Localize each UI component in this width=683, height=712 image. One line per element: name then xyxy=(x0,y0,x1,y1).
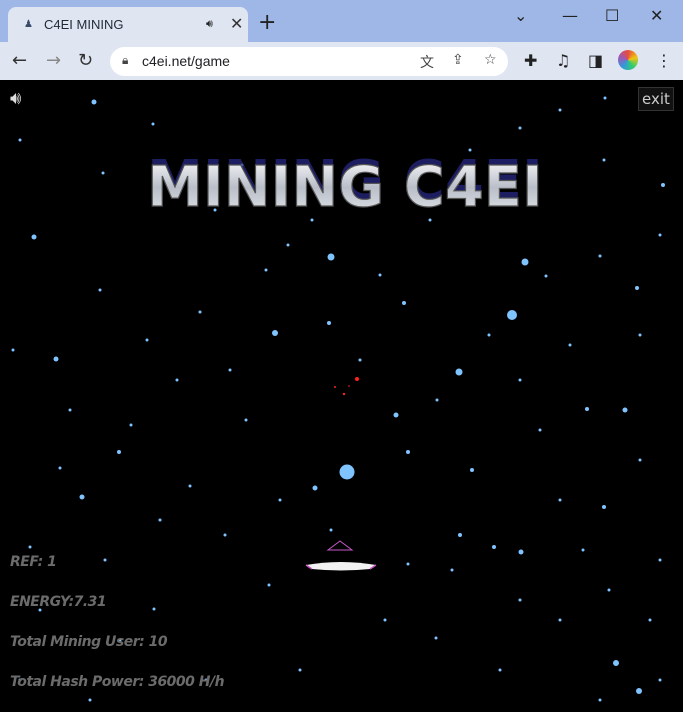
reload-button[interactable]: ↻ xyxy=(78,50,93,71)
close-tab-icon[interactable]: ✕ xyxy=(230,14,243,33)
address-bar[interactable]: 🔒︎ c4ei.net/game 文 ⇪ ☆ xyxy=(110,47,508,76)
mining-users-counter: Total Mining User: 10 xyxy=(10,634,168,650)
browser-tab[interactable]: ♟ C4EI MINING 🔊︎ ✕ xyxy=(8,7,248,42)
lock-icon[interactable]: 🔒︎ xyxy=(122,53,128,68)
url-text[interactable]: c4ei.net/game xyxy=(142,53,230,69)
game-title-front: MINING C4EI xyxy=(147,155,543,220)
tab-title: C4EI MINING xyxy=(44,17,124,32)
hash-power-counter: Total Hash Power: 36000 H/h xyxy=(10,674,225,690)
enemy-particles xyxy=(334,377,359,396)
speaker-icon[interactable]: 🔊︎ xyxy=(206,17,213,31)
share-icon[interactable]: ⇪ xyxy=(452,52,464,68)
tab-search-icon[interactable]: ⌄ xyxy=(514,6,527,25)
game-canvas[interactable]: 🔊︎ exit MINING C4EI MINING C4EI REF: 1 E… xyxy=(0,80,683,712)
translate-icon[interactable]: 文 xyxy=(420,52,434,72)
minimize-button[interactable]: — xyxy=(562,6,578,25)
browser-chrome: ♟ C4EI MINING 🔊︎ ✕ + ⌄ — ☐ ✕ ← → ↻ 🔒︎ c4… xyxy=(0,0,683,80)
window-close-button[interactable]: ✕ xyxy=(650,6,663,25)
ref-counter: REF: 1 xyxy=(10,554,57,570)
game-title-logo: MINING C4EI MINING C4EI xyxy=(147,149,544,221)
tab-strip: ♟ C4EI MINING 🔊︎ ✕ + ⌄ — ☐ ✕ xyxy=(0,0,683,42)
maximize-button[interactable]: ☐ xyxy=(605,6,619,25)
side-panel-icon[interactable]: ◨ xyxy=(588,51,603,70)
menu-icon[interactable]: ⋮ xyxy=(656,51,672,70)
new-tab-button[interactable]: + xyxy=(258,12,276,34)
player-ship xyxy=(305,540,377,571)
favicon-icon: ♟ xyxy=(24,19,33,30)
exit-button[interactable]: exit xyxy=(638,87,674,111)
sound-icon[interactable]: 🔊︎ xyxy=(10,88,21,109)
bookmark-star-icon[interactable]: ☆ xyxy=(484,52,497,68)
forward-button[interactable]: → xyxy=(46,50,61,71)
extensions-icon[interactable]: ✚ xyxy=(524,51,537,70)
navigation-bar: ← → ↻ 🔒︎ c4ei.net/game 文 ⇪ ☆ ✚ ♫ ◨ ⋮ xyxy=(0,42,683,80)
energy-counter: ENERGY:7.31 xyxy=(10,594,107,610)
back-button[interactable]: ← xyxy=(12,50,27,71)
media-control-icon[interactable]: ♫ xyxy=(556,51,570,70)
profile-avatar[interactable] xyxy=(618,50,638,70)
